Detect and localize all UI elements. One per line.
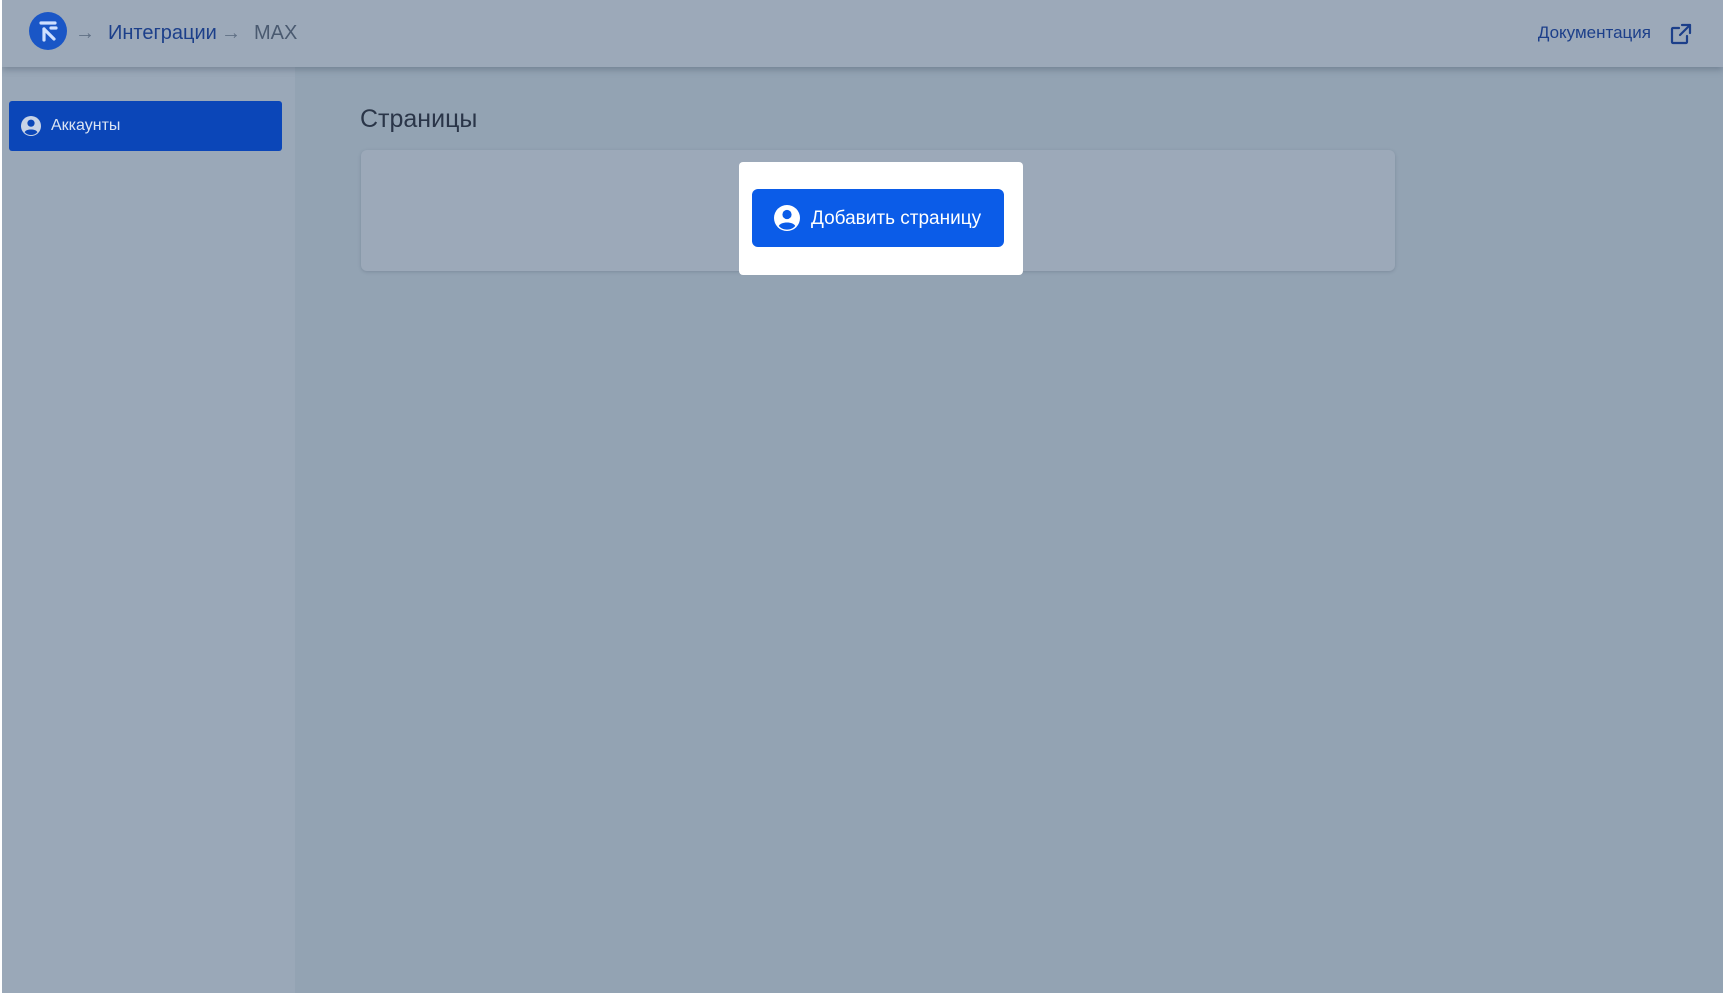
breadcrumb-arrow-icon: → — [75, 22, 95, 44]
page-title: Страницы — [360, 105, 478, 133]
add-page-button[interactable]: Добавить страницу — [752, 189, 1004, 247]
breadcrumb-current: MAX — [254, 22, 298, 44]
highlight-spotlight: Добавить страницу — [739, 162, 1023, 275]
app-window: → Интеграции → MAX Документация Аккаунты — [2, 0, 1723, 993]
sidebar: Аккаунты — [2, 67, 295, 993]
sidebar-item-label: Аккаунты — [51, 117, 121, 134]
add-page-button-label: Добавить страницу — [811, 208, 982, 229]
sidebar-item-accounts[interactable]: Аккаунты — [9, 101, 282, 151]
breadcrumb-integrations[interactable]: Интеграции — [108, 20, 217, 46]
documentation-link[interactable]: Документация — [1538, 22, 1651, 44]
top-bar: → Интеграции → MAX Документация — [2, 0, 1723, 67]
user-circle-icon — [773, 204, 801, 232]
logo-icon[interactable] — [29, 12, 67, 50]
breadcrumb-arrow-icon: → — [221, 22, 241, 44]
user-circle-icon — [20, 115, 42, 137]
external-link-icon[interactable] — [1669, 22, 1693, 46]
